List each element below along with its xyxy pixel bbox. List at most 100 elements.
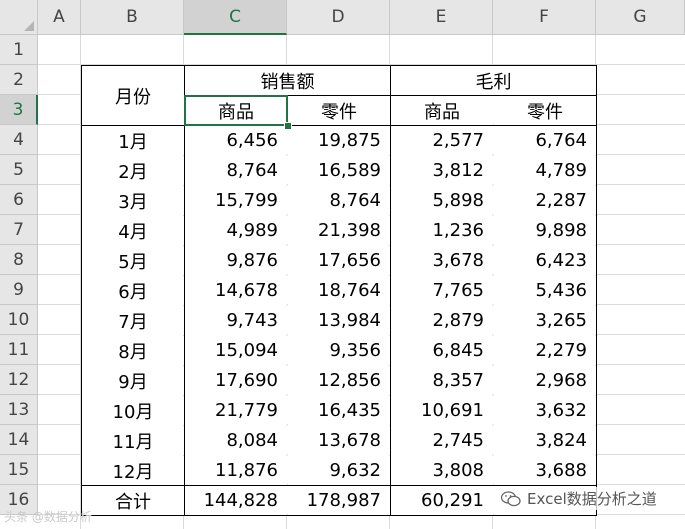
row-header-2[interactable]: 2 (0, 65, 38, 95)
table-row-month[interactable]: 5月 (82, 246, 184, 275)
watermark-text: Excel数据分析之道 (527, 490, 657, 508)
row-header-1[interactable]: 1 (0, 35, 38, 65)
table-cell-profit-parts[interactable]: 9,898 (494, 216, 596, 245)
table-cell-sales-goods[interactable]: 4,989 (185, 216, 287, 245)
column-header-a[interactable]: A (38, 0, 81, 35)
table-cell-profit-goods[interactable]: 10,691 (391, 396, 493, 425)
table-cell-sales-parts[interactable]: 13,678 (288, 426, 390, 455)
row-header-7[interactable]: 7 (0, 215, 38, 245)
spreadsheet: A B C D E F G 1 2 3 4 5 6 7 8 9 10 11 12 13 14 15 16 月份 销售额 毛利 商品零… (0, 0, 685, 529)
row-header-4[interactable]: 4 (0, 125, 38, 155)
table-cell-profit-goods[interactable]: 7,765 (391, 276, 493, 305)
row-header-12[interactable]: 12 (0, 365, 38, 395)
table-cell-sales-goods[interactable]: 17,690 (185, 366, 287, 395)
header-sales-parts[interactable]: 零件 (288, 96, 390, 125)
table-cell-profit-goods[interactable]: 2,577 (391, 126, 493, 155)
column-header-g[interactable]: G (596, 0, 685, 35)
total-sales-parts[interactable]: 178,987 (288, 486, 390, 515)
table-cell-profit-parts[interactable]: 5,436 (494, 276, 596, 305)
table-row-month[interactable]: 12月 (82, 456, 184, 485)
table-cell-sales-goods[interactable]: 15,799 (185, 186, 287, 215)
table-row-month[interactable]: 8月 (82, 336, 184, 365)
table-cell-profit-parts[interactable]: 2,968 (494, 366, 596, 395)
table-row-month[interactable]: 2月 (82, 156, 184, 185)
table-divider-header-bottom (81, 125, 596, 126)
fill-handle[interactable] (284, 122, 292, 130)
table-cell-sales-parts[interactable]: 21,398 (288, 216, 390, 245)
active-cell-selection[interactable] (184, 95, 288, 126)
select-all-icon (24, 21, 34, 31)
header-sales[interactable]: 销售额 (185, 66, 390, 95)
table-row-month[interactable]: 3月 (82, 186, 184, 215)
table-cell-sales-parts[interactable]: 9,356 (288, 336, 390, 365)
column-header-d[interactable]: D (287, 0, 390, 35)
table-cell-profit-parts[interactable]: 6,423 (494, 246, 596, 275)
row-header-5[interactable]: 5 (0, 155, 38, 185)
table-cell-profit-goods[interactable]: 3,678 (391, 246, 493, 275)
table-cell-sales-parts[interactable]: 13,984 (288, 306, 390, 335)
table-cell-sales-parts[interactable]: 19,875 (288, 126, 390, 155)
table-cell-profit-parts[interactable]: 3,265 (494, 306, 596, 335)
row-header-3[interactable]: 3 (0, 95, 38, 125)
row-header-10[interactable]: 10 (0, 305, 38, 335)
table-cell-profit-goods[interactable]: 2,879 (391, 306, 493, 335)
header-profit-parts[interactable]: 零件 (494, 96, 596, 125)
header-month[interactable]: 月份 (82, 66, 184, 125)
total-profit-goods[interactable]: 60,291 (391, 486, 493, 515)
table-cell-profit-goods[interactable]: 8,357 (391, 366, 493, 395)
table-cell-sales-parts[interactable]: 16,435 (288, 396, 390, 425)
column-header-f[interactable]: F (493, 0, 596, 35)
table-cell-sales-parts[interactable]: 16,589 (288, 156, 390, 185)
row-header-13[interactable]: 13 (0, 395, 38, 425)
header-profit[interactable]: 毛利 (391, 66, 596, 95)
table-cell-profit-parts[interactable]: 2,279 (494, 336, 596, 365)
column-header-b[interactable]: B (81, 0, 184, 35)
table-row-month[interactable]: 11月 (82, 426, 184, 455)
table-cell-profit-goods[interactable]: 6,845 (391, 336, 493, 365)
column-header-c[interactable]: C (184, 0, 287, 35)
table-cell-sales-goods[interactable]: 8,764 (185, 156, 287, 185)
table-cell-profit-goods[interactable]: 5,898 (391, 186, 493, 215)
row-header-9[interactable]: 9 (0, 275, 38, 305)
table-cell-sales-parts[interactable]: 9,632 (288, 456, 390, 485)
table-cell-profit-parts[interactable]: 2,287 (494, 186, 596, 215)
table-cell-sales-goods[interactable]: 9,743 (185, 306, 287, 335)
table-cell-profit-parts[interactable]: 3,632 (494, 396, 596, 425)
watermark: Excel数据分析之道 (498, 487, 660, 510)
table-row-month[interactable]: 7月 (82, 306, 184, 335)
table-cell-sales-goods[interactable]: 9,876 (185, 246, 287, 275)
table-row-month[interactable]: 9月 (82, 366, 184, 395)
table-cell-sales-goods[interactable]: 15,094 (185, 336, 287, 365)
table-row-month[interactable]: 4月 (82, 216, 184, 245)
table-cell-profit-goods[interactable]: 3,808 (391, 456, 493, 485)
header-profit-goods[interactable]: 商品 (391, 96, 493, 125)
table-cell-profit-goods[interactable]: 2,745 (391, 426, 493, 455)
table-cell-profit-goods[interactable]: 1,236 (391, 216, 493, 245)
table-cell-sales-goods[interactable]: 11,876 (185, 456, 287, 485)
table-cell-profit-parts[interactable]: 4,789 (494, 156, 596, 185)
total-label[interactable]: 合计 (82, 486, 184, 515)
table-row-month[interactable]: 6月 (82, 276, 184, 305)
table-cell-sales-parts[interactable]: 17,656 (288, 246, 390, 275)
row-header-14[interactable]: 14 (0, 425, 38, 455)
row-header-11[interactable]: 11 (0, 335, 38, 365)
table-cell-profit-parts[interactable]: 3,824 (494, 426, 596, 455)
table-cell-profit-parts[interactable]: 3,688 (494, 456, 596, 485)
table-row-month[interactable]: 1月 (82, 126, 184, 155)
table-cell-sales-parts[interactable]: 18,764 (288, 276, 390, 305)
column-header-e[interactable]: E (390, 0, 493, 35)
select-all-corner[interactable] (0, 0, 38, 35)
table-cell-sales-goods[interactable]: 14,678 (185, 276, 287, 305)
table-cell-profit-goods[interactable]: 3,812 (391, 156, 493, 185)
row-header-6[interactable]: 6 (0, 185, 38, 215)
table-cell-sales-goods[interactable]: 6,456 (185, 126, 287, 155)
table-row-month[interactable]: 10月 (82, 396, 184, 425)
table-cell-sales-goods[interactable]: 21,779 (185, 396, 287, 425)
total-sales-goods[interactable]: 144,828 (185, 486, 287, 515)
table-cell-sales-parts[interactable]: 12,856 (288, 366, 390, 395)
table-cell-profit-parts[interactable]: 6,764 (494, 126, 596, 155)
row-header-15[interactable]: 15 (0, 455, 38, 485)
table-cell-sales-parts[interactable]: 8,764 (288, 186, 390, 215)
row-header-8[interactable]: 8 (0, 245, 38, 275)
table-cell-sales-goods[interactable]: 8,084 (185, 426, 287, 455)
